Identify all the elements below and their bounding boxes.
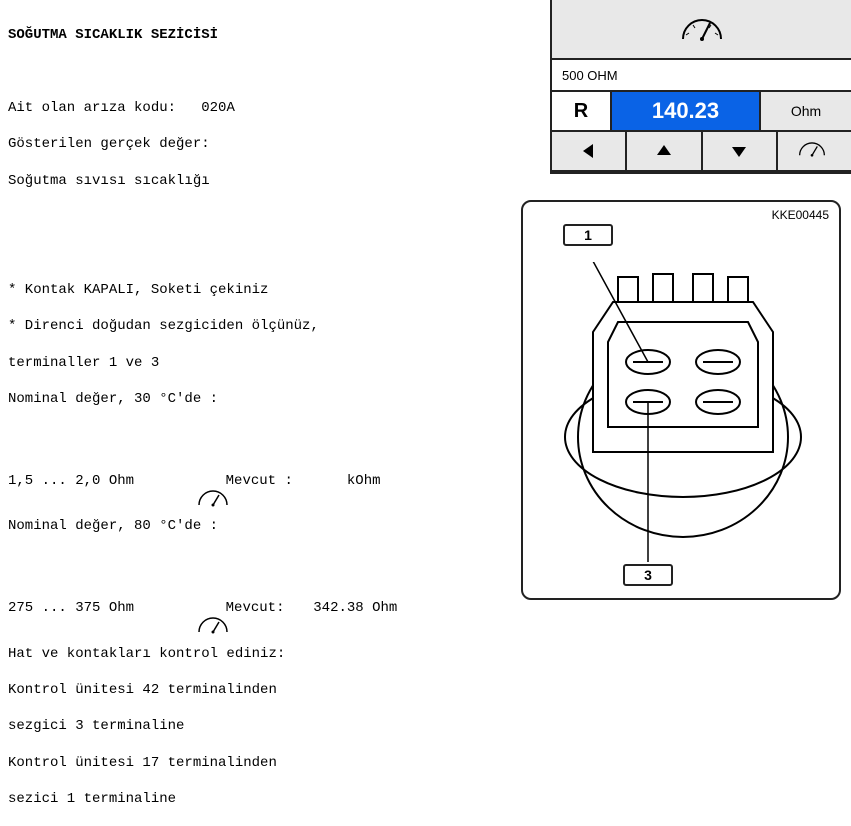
connector-illustration	[558, 262, 808, 562]
gauge-icon	[163, 598, 197, 618]
shown-value: Soğutma sıvısı sıcaklığı	[8, 172, 538, 190]
nominal-80-range: 275 ... 375 Ohm	[8, 599, 134, 617]
connector-diagram: KKE00445 1 3	[521, 200, 841, 600]
meter-panel: 500 OHM R 140.23 Ohm	[550, 0, 851, 174]
check-2b: sezici 1 terminaline	[8, 790, 538, 808]
title: SOĞUTMA SICAKLIK SEZİCİSİ	[8, 26, 538, 44]
meter-mode[interactable]: R	[552, 92, 612, 130]
mevcut-80-label: Mevcut:	[226, 599, 285, 617]
pin-label-1: 1	[563, 224, 613, 246]
check-1a: Kontrol ünitesi 42 terminalinden	[8, 681, 538, 699]
fault-code: 020A	[201, 100, 235, 116]
meter-unit: Ohm	[761, 92, 851, 130]
instruction-panel: SOĞUTMA SICAKLIK SEZİCİSİ Ait olan arıza…	[8, 8, 538, 826]
step-2b: terminaller 1 ve 3	[8, 354, 538, 372]
fault-code-label: Ait olan arıza kodu:	[8, 100, 176, 116]
meter-range: 500 OHM	[552, 60, 851, 92]
step-1: * Kontak KAPALI, Soketi çekiniz	[8, 281, 538, 299]
shown-label: Gösterilen gerçek değer:	[8, 135, 538, 153]
meter-value: 140.23	[612, 92, 761, 130]
down-button[interactable]	[703, 132, 778, 170]
meter-value-row: R 140.23 Ohm	[552, 92, 851, 132]
meter-button-row	[552, 132, 851, 172]
pin-label-3: 3	[623, 564, 673, 586]
gauge-icon	[797, 141, 831, 161]
check-label: Hat ve kontakları kontrol ediniz:	[8, 645, 538, 663]
nominal-30-range: 1,5 ... 2,0 Ohm	[8, 472, 134, 490]
check-1b: sezgici 3 terminaline	[8, 717, 538, 735]
mevcut-30-value: kOhm	[347, 472, 381, 490]
up-button[interactable]	[627, 132, 702, 170]
diagram-code: KKE00445	[772, 208, 829, 222]
gauge-icon	[678, 15, 726, 43]
nominal-30-label: Nominal değer, 30 °C'de :	[8, 390, 538, 408]
mevcut-30-label: Mevcut :	[226, 472, 293, 490]
mevcut-80-value: 342.38 Ohm	[313, 599, 397, 617]
check-2a: Kontrol ünitesi 17 terminalinden	[8, 754, 538, 772]
prev-button[interactable]	[552, 132, 627, 170]
meter-header	[552, 0, 851, 60]
nominal-80-label: Nominal değer, 80 °C'de :	[8, 517, 538, 535]
gauge-button[interactable]	[778, 132, 851, 170]
step-2: * Direnci doğudan sezgiciden ölçünüz,	[8, 317, 538, 335]
gauge-icon	[163, 471, 197, 491]
